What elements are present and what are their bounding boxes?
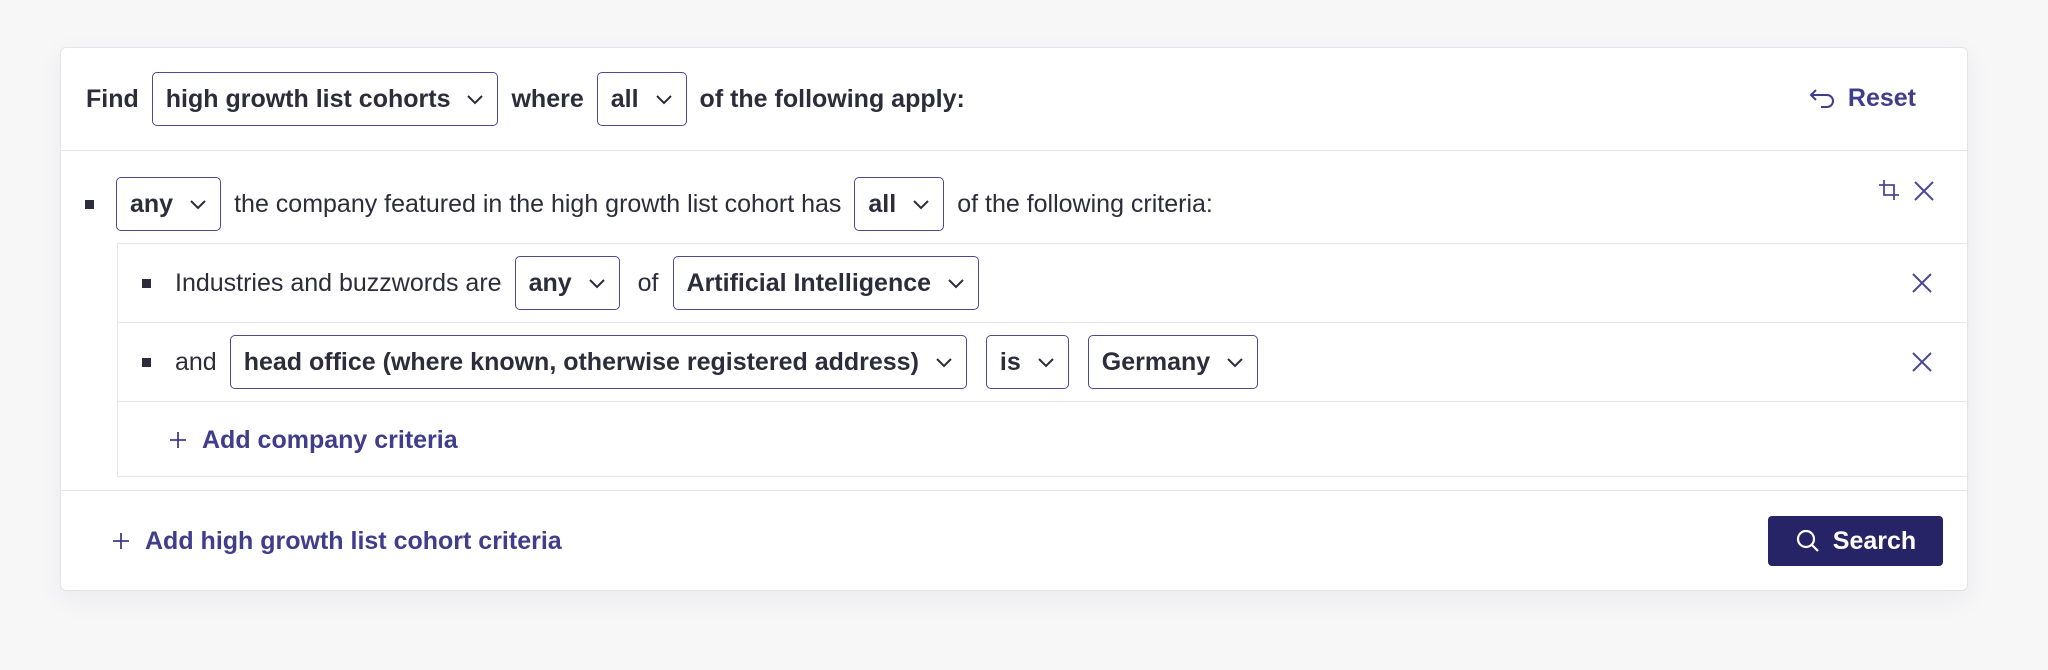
search-button[interactable]: Search bbox=[1768, 516, 1943, 566]
criterion-value: Germany bbox=[1101, 347, 1211, 376]
criterion-row: and head office (where known, otherwise … bbox=[142, 335, 1259, 389]
close-icon[interactable] bbox=[1910, 350, 1934, 374]
chevron-down-icon bbox=[1227, 358, 1243, 368]
chevron-down-icon bbox=[936, 358, 952, 368]
criterion-operator-value: any bbox=[528, 268, 572, 297]
crop-icon[interactable] bbox=[1877, 178, 1903, 204]
criterion-field-value: head office (where known, otherwise regi… bbox=[243, 347, 919, 376]
match-select-value: all bbox=[610, 84, 639, 113]
close-icon[interactable] bbox=[1910, 271, 1934, 295]
criterion-row: Industries and buzzwords are any of Arti… bbox=[142, 256, 980, 310]
close-icon[interactable] bbox=[1912, 179, 1936, 203]
group-match-select[interactable]: all bbox=[854, 177, 945, 231]
criterion-value: Artificial Intelligence bbox=[686, 268, 932, 297]
criterion-value-select[interactable]: Germany bbox=[1087, 335, 1259, 389]
criterion-operator-value: is bbox=[999, 347, 1021, 376]
criterion-value-select[interactable]: Artificial Intelligence bbox=[672, 256, 980, 310]
reset-button[interactable]: Reset bbox=[1808, 84, 1916, 113]
add-company-criteria-label: Add company criteria bbox=[202, 425, 458, 454]
criterion-operator-select[interactable]: any bbox=[514, 256, 620, 310]
add-cohort-criteria-label: Add high growth list cohort criteria bbox=[145, 526, 562, 555]
group-quantifier-select[interactable]: any bbox=[116, 177, 222, 231]
find-label: Find bbox=[86, 84, 139, 113]
criterion-lead: and bbox=[175, 347, 217, 376]
bullet bbox=[142, 357, 151, 367]
header-row: Find high growth list cohorts where all … bbox=[86, 72, 965, 126]
search-icon bbox=[1796, 529, 1819, 552]
group-match-value: all bbox=[868, 189, 897, 218]
chevron-down-icon bbox=[588, 279, 605, 289]
divider bbox=[61, 150, 1967, 151]
divider bbox=[61, 490, 1967, 491]
entity-select-value: high growth list cohorts bbox=[165, 84, 451, 113]
criterion-lead: Industries and buzzwords are bbox=[175, 268, 502, 297]
company-criteria-box: Industries and buzzwords are any of Arti… bbox=[117, 243, 1969, 477]
search-builder-card: Find high growth list cohorts where all … bbox=[60, 47, 1969, 591]
group-quantifier-value: any bbox=[130, 189, 174, 218]
entity-select[interactable]: high growth list cohorts bbox=[151, 72, 499, 126]
undo-icon bbox=[1809, 88, 1834, 108]
divider bbox=[118, 401, 1969, 402]
bullet bbox=[142, 278, 151, 288]
criterion-operator-select[interactable]: is bbox=[985, 335, 1069, 389]
chevron-down-icon bbox=[913, 200, 929, 210]
plus-icon bbox=[113, 533, 129, 549]
group-description: the company featured in the high growth … bbox=[234, 189, 842, 218]
chevron-down-icon bbox=[655, 95, 672, 105]
plus-icon bbox=[170, 432, 186, 448]
apply-label: of the following apply: bbox=[699, 84, 965, 113]
chevron-down-icon bbox=[1038, 358, 1054, 368]
group-tail: of the following criteria: bbox=[957, 189, 1213, 218]
bullet bbox=[85, 199, 94, 209]
criterion-connector: of bbox=[637, 268, 659, 297]
where-label: where bbox=[511, 84, 584, 113]
search-label: Search bbox=[1832, 526, 1917, 555]
group-row: any the company featured in the high gro… bbox=[85, 177, 1213, 231]
reset-label: Reset bbox=[1847, 84, 1916, 112]
chevron-down-icon bbox=[190, 200, 206, 210]
chevron-down-icon bbox=[467, 95, 484, 105]
add-company-criteria-button[interactable]: Add company criteria bbox=[168, 422, 458, 458]
add-cohort-criteria-button[interactable]: Add high growth list cohort criteria bbox=[111, 523, 562, 559]
match-select[interactable]: all bbox=[596, 72, 687, 126]
criterion-field-select[interactable]: head office (where known, otherwise regi… bbox=[229, 335, 967, 389]
divider bbox=[118, 322, 1969, 323]
chevron-down-icon bbox=[948, 279, 964, 289]
